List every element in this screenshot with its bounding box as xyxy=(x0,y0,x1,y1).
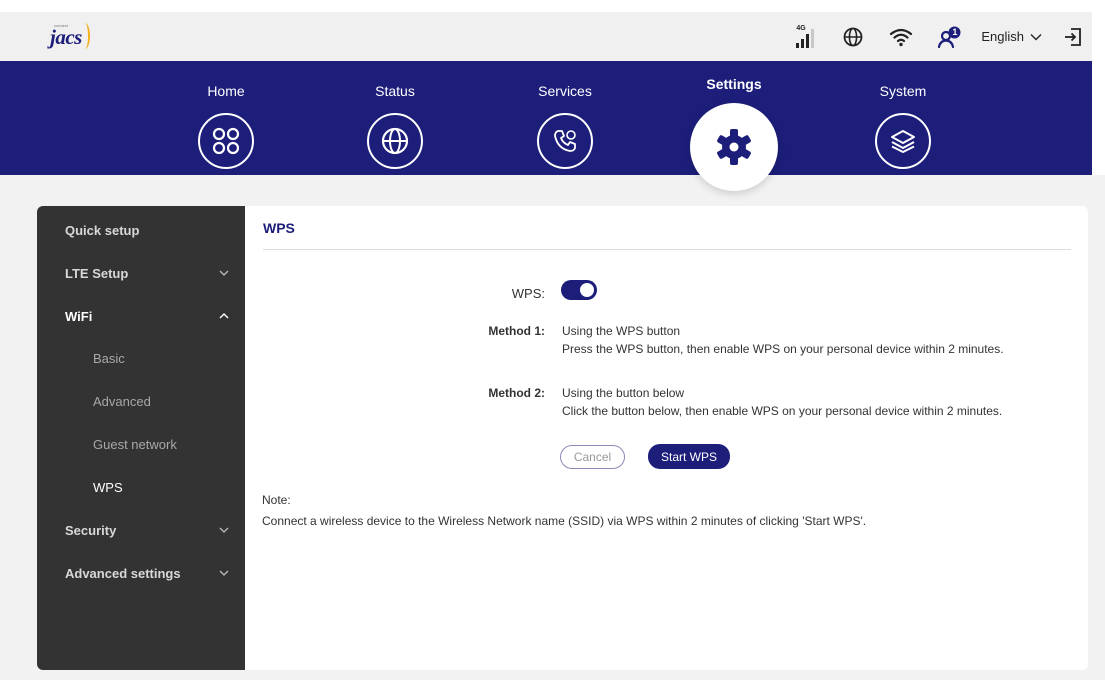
nav-services[interactable]: Services xyxy=(505,61,625,169)
sidebar-item-basic[interactable]: Basic xyxy=(37,348,245,368)
note-label: Note: xyxy=(262,493,291,507)
logo-arc-icon xyxy=(80,22,90,49)
settings-gear-icon[interactable] xyxy=(690,103,778,191)
wifi-icon[interactable] xyxy=(889,27,913,47)
globe-icon[interactable] xyxy=(843,27,863,47)
start-wps-button[interactable]: Start WPS xyxy=(648,444,730,469)
nav-status[interactable]: Status xyxy=(335,61,455,169)
divider xyxy=(263,249,1071,250)
sidebar-item-guest-network[interactable]: Guest network xyxy=(37,434,245,454)
method1-label: Method 1: xyxy=(488,324,545,338)
language-label: English xyxy=(981,29,1024,44)
phone-icon xyxy=(537,113,593,169)
sidebar-item-label: Advanced settings xyxy=(65,565,181,581)
toggle-knob xyxy=(580,283,594,297)
brand-logo[interactable]: connect jacs xyxy=(50,22,90,52)
notification-count: 1 xyxy=(952,26,958,37)
wps-panel: WPS WPS: Method 1: Using the WPS button … xyxy=(245,206,1088,670)
sidebar-item-label: Advanced xyxy=(93,393,151,409)
sidebar-item-label: LTE Setup xyxy=(65,265,129,281)
method2-title: Using the button below xyxy=(562,386,685,400)
main-nav: Home Status Services Settings System xyxy=(0,61,1092,175)
sidebar-item-lte-setup[interactable]: LTE Setup xyxy=(37,263,245,283)
note-text: Connect a wireless device to the Wireles… xyxy=(262,514,867,528)
globe-icon xyxy=(367,113,423,169)
sidebar-item-label: Quick setup xyxy=(65,222,140,238)
language-selector[interactable]: English xyxy=(981,29,1042,44)
sidebar-item-advanced[interactable]: Advanced xyxy=(37,391,245,411)
sidebar-item-advanced-settings[interactable]: Advanced settings xyxy=(37,563,245,583)
brand-name: jacs xyxy=(50,24,82,49)
nav-services-label: Services xyxy=(538,83,592,99)
chevron-up-icon xyxy=(219,313,229,319)
layers-icon xyxy=(875,113,931,169)
chevron-down-icon xyxy=(219,270,229,276)
method1-text: Using the WPS button Press the WPS butto… xyxy=(562,322,1004,358)
logout-icon[interactable] xyxy=(1064,27,1082,47)
brand-tagline: connect xyxy=(54,23,69,28)
method2-label: Method 2: xyxy=(488,386,545,400)
method2-description: Click the button below, then enable WPS … xyxy=(562,404,1003,418)
method1-description: Press the WPS button, then enable WPS on… xyxy=(562,342,1004,356)
nav-home-label: Home xyxy=(207,83,245,99)
sidebar-item-label: Security xyxy=(65,522,117,538)
network-type: 4G xyxy=(796,24,806,32)
user-notification-icon[interactable]: 1 xyxy=(937,26,961,48)
nav-status-label: Status xyxy=(375,83,415,99)
page: connect jacs 4G 1 English Home Status Se… xyxy=(0,0,1105,680)
nav-settings[interactable]: Settings xyxy=(674,61,794,92)
sidebar-item-label: WPS xyxy=(93,479,123,495)
nav-system-label: System xyxy=(879,83,927,99)
chevron-down-icon xyxy=(219,527,229,533)
cancel-button[interactable]: Cancel xyxy=(560,445,625,469)
sidebar-item-quick-setup[interactable]: Quick setup xyxy=(37,220,245,240)
page-title: WPS xyxy=(263,220,295,236)
chevron-down-icon xyxy=(219,570,229,576)
wps-toggle-label: WPS: xyxy=(511,286,545,301)
sidebar-item-label: Guest network xyxy=(93,436,177,452)
sidebar-item-label: WiFi xyxy=(65,308,93,324)
wps-toggle[interactable] xyxy=(561,280,597,300)
sidebar-item-wps[interactable]: WPS xyxy=(37,477,245,497)
sidebar-item-label: Basic xyxy=(93,350,125,366)
sidebar-item-security[interactable]: Security xyxy=(37,520,245,540)
nav-home[interactable]: Home xyxy=(166,61,286,169)
sidebar-item-wifi[interactable]: WiFi xyxy=(37,306,245,326)
nav-settings-label: Settings xyxy=(706,76,762,92)
nav-system[interactable]: System xyxy=(843,61,963,169)
method1-title: Using the WPS button xyxy=(562,324,681,338)
home-grid-icon xyxy=(198,113,254,169)
header-icons: 4G 1 English xyxy=(795,12,1092,61)
method2-text: Using the button below Click the button … xyxy=(562,384,1002,420)
signal-icon: 4G xyxy=(795,25,817,49)
sidebar: Quick setup LTE Setup WiFi Basic Advance… xyxy=(37,206,245,670)
chevron-down-icon xyxy=(1030,33,1042,40)
top-bar: connect jacs 4G 1 English xyxy=(0,12,1092,61)
